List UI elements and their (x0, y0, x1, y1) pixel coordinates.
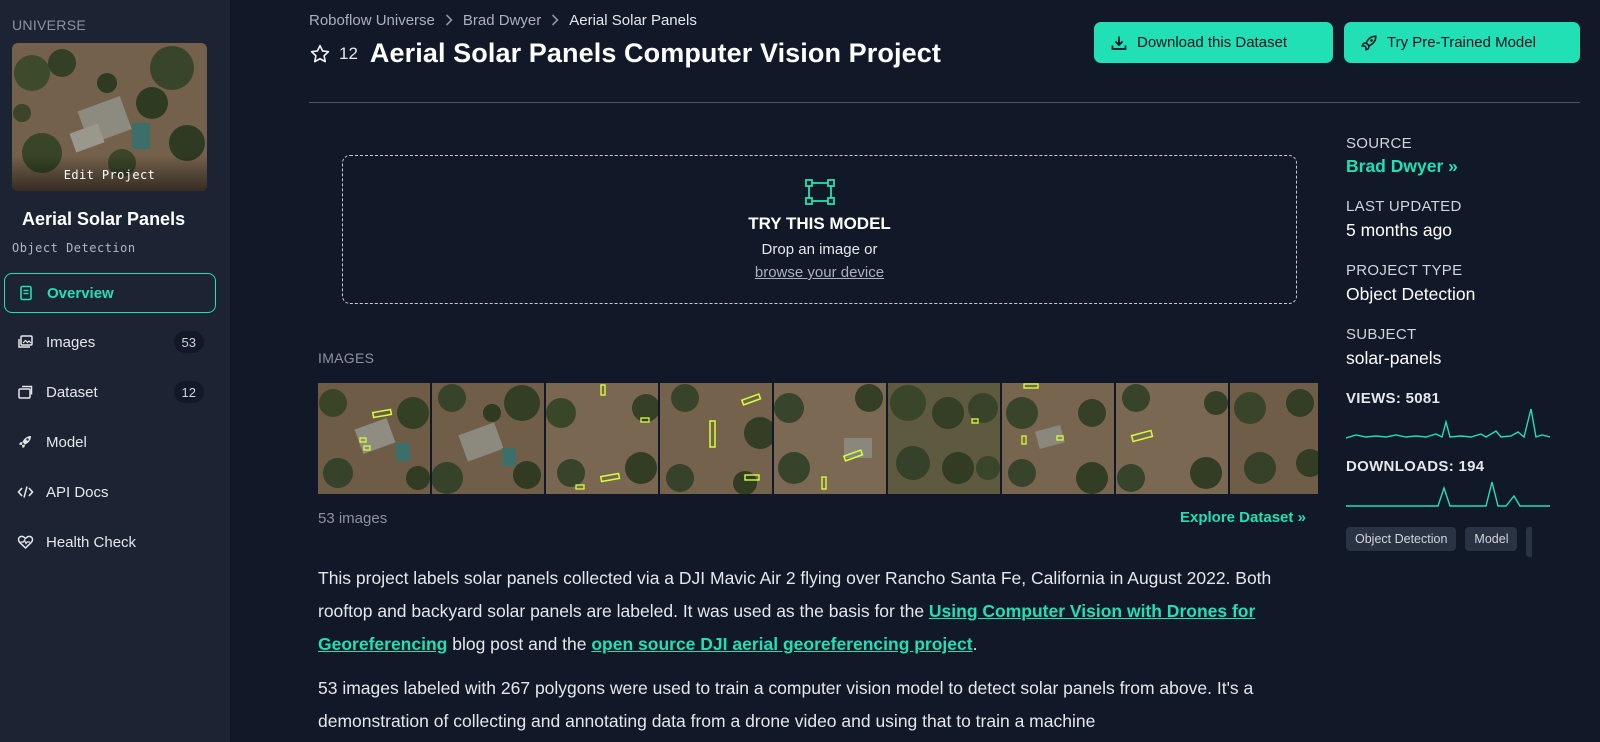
nav-item-images[interactable]: Images 53 (4, 322, 216, 362)
double-chevron-right-icon: » (1297, 509, 1306, 526)
page-title: Aerial Solar Panels Computer Vision Proj… (369, 38, 941, 68)
header-divider (309, 102, 1580, 103)
browse-device-link[interactable]: browse your device (343, 264, 1296, 281)
rocket-icon (16, 433, 34, 451)
image-thumbnail[interactable] (774, 383, 886, 494)
project-name: Aerial Solar Panels (22, 209, 186, 229)
nav-item-label: Model (46, 433, 87, 451)
description-paragraph: 53 images labeled with 267 polygons were… (318, 678, 1254, 731)
title-row: 12 Aerial Solar Panels Computer Vision P… (309, 38, 941, 69)
chevron-right-icon (551, 13, 559, 29)
try-model-title: TRY THIS MODEL (748, 214, 891, 233)
download-button-label: Download this Dataset (1137, 34, 1288, 51)
tag-model[interactable]: Model (1465, 527, 1518, 551)
document-icon (17, 284, 35, 302)
tag-overflow (1526, 527, 1533, 557)
subject-value: solar-panels (1346, 348, 1442, 368)
double-chevron-right-icon: » (1448, 156, 1458, 176)
project-thumbnail[interactable]: Edit Project (12, 43, 207, 191)
image-count: 53 images (318, 510, 388, 527)
download-icon (1111, 36, 1127, 50)
tag-list: Object Detection Model (1346, 527, 1533, 557)
nav-item-count-badge: 53 (173, 331, 204, 353)
views-sparkline (1346, 408, 1550, 439)
chevron-right-icon (445, 13, 453, 29)
code-icon (16, 483, 34, 501)
heart-pulse-icon (16, 533, 34, 551)
star-icon[interactable] (309, 43, 331, 65)
downloads-sparkline (1346, 481, 1550, 507)
nav-item-label: Overview (47, 284, 114, 302)
nav-item-label: Health Check (46, 533, 137, 551)
image-thumbnail[interactable] (432, 383, 544, 494)
tag-object-detection[interactable]: Object Detection (1346, 527, 1457, 551)
nav-item-label: Dataset (46, 383, 98, 401)
breadcrumb: Roboflow Universe Brad Dwyer Aerial Sola… (309, 12, 697, 29)
project-type-label: PROJECT TYPE (1346, 262, 1463, 279)
source-label: SOURCE (1346, 135, 1412, 152)
try-model-instruction: Drop an image or (761, 241, 878, 258)
nav-item-dataset[interactable]: Dataset 12 (4, 372, 216, 412)
image-strip (318, 383, 1318, 494)
image-thumbnail[interactable] (1002, 383, 1114, 494)
source-value[interactable]: Brad Dwyer » (1346, 156, 1458, 177)
source-author-link[interactable]: Brad Dwyer (1346, 156, 1443, 176)
images-section-label: IMAGES (318, 350, 375, 366)
try-model-dropzone[interactable]: TRY THIS MODEL Drop an image or browse y… (342, 155, 1297, 304)
nav-item-count-badge: 12 (173, 381, 204, 403)
dataset-icon (16, 383, 34, 401)
image-thumbnail[interactable] (660, 383, 772, 494)
image-thumbnail[interactable] (546, 383, 658, 494)
nav-item-health-check[interactable]: Health Check (4, 522, 216, 562)
download-dataset-button[interactable]: Download this Dataset (1094, 22, 1333, 63)
nav-item-label: Images (46, 333, 96, 351)
try-button-label: Try Pre-Trained Model (1387, 34, 1536, 51)
downloads-label: DOWNLOADS: 194 (1346, 458, 1485, 475)
rocket-icon (1361, 34, 1377, 51)
breadcrumb-item[interactable]: Brad Dwyer (463, 12, 541, 29)
breadcrumb-current: Aerial Solar Panels (569, 12, 697, 29)
description-paragraph: This project labels solar panels collect… (318, 568, 1272, 654)
project-type-label: Object Detection (12, 241, 136, 255)
image-thumbnail[interactable] (318, 383, 430, 494)
image-thumbnail[interactable] (888, 383, 1000, 494)
last-updated-label: LAST UPDATED (1346, 198, 1462, 215)
try-pretrained-model-button[interactable]: Try Pre-Trained Model (1344, 22, 1580, 63)
project-type-value: Object Detection (1346, 284, 1476, 304)
last-updated-value: 5 months ago (1346, 220, 1453, 240)
image-thumbnail[interactable] (1116, 383, 1228, 494)
nav-item-model[interactable]: Model (4, 422, 216, 462)
sidebar-section-label: UNIVERSE (12, 17, 86, 33)
georeferencing-project-link[interactable]: open source DJI aerial georeferencing pr… (591, 634, 972, 654)
images-icon (16, 333, 34, 351)
star-count: 12 (339, 43, 358, 63)
nav-item-label: API Docs (46, 483, 109, 501)
nav-item-overview[interactable]: Overview (4, 273, 216, 313)
sidebar: UNIVERSE Edit Project Aerial Solar Panel… (0, 0, 230, 742)
nav-item-api-docs[interactable]: API Docs (4, 472, 216, 512)
bounding-box-icon (805, 179, 835, 205)
explore-dataset-link[interactable]: Explore Dataset » (1180, 509, 1306, 526)
subject-label: SUBJECT (1346, 326, 1417, 343)
image-thumbnail[interactable] (1230, 383, 1318, 494)
views-label: VIEWS: 5081 (1346, 390, 1441, 407)
breadcrumb-item[interactable]: Roboflow Universe (309, 12, 435, 29)
edit-project-label[interactable]: Edit Project (12, 168, 207, 182)
explore-dataset-label: Explore Dataset (1180, 509, 1294, 526)
